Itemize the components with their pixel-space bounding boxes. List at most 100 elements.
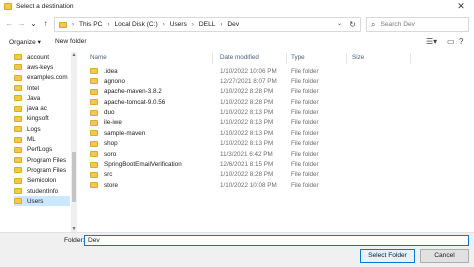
file-name: ile-iwe xyxy=(104,119,122,127)
column-header-size[interactable]: Size xyxy=(352,54,364,61)
search-input[interactable]: Search Dev xyxy=(380,21,414,28)
file-row[interactable]: sample-maven 1/10/2022 8:13 PM File folder xyxy=(80,128,472,138)
sidebar-item[interactable]: Logs xyxy=(14,124,70,134)
file-name: src xyxy=(104,171,113,179)
file-row[interactable]: soro 11/3/2021 6:42 PM File folder xyxy=(80,149,472,159)
sidebar-item[interactable]: Intel xyxy=(14,83,70,93)
recent-locations-chevron-icon[interactable]: ⌄ xyxy=(28,18,39,30)
file-name: .idea xyxy=(104,67,118,75)
folder-icon xyxy=(90,88,98,95)
layout-pane-icon[interactable]: ▭ xyxy=(447,37,455,46)
up-arrow-icon[interactable]: ↑ xyxy=(40,18,51,30)
help-icon[interactable]: ? xyxy=(459,37,463,46)
view-options-icon[interactable]: ☰▾ xyxy=(426,37,437,46)
new-folder-button[interactable]: New folder xyxy=(55,38,87,45)
breadcrumb-item[interactable]: DELL xyxy=(199,21,216,28)
column-divider[interactable] xyxy=(212,53,213,64)
column-header-date[interactable]: Date modified xyxy=(220,54,259,61)
file-row[interactable]: apache-tomcat-9.0.56 1/10/2022 8:28 PM Fil… xyxy=(80,97,472,107)
sidebar-item-label: Intel xyxy=(27,84,39,92)
file-name: SpringBootEmailVerification xyxy=(104,161,182,169)
sidebar-item[interactable]: Program Files xyxy=(14,155,70,165)
folder-icon xyxy=(14,198,22,205)
file-row[interactable]: store 1/10/2022 10:08 PM File folder xyxy=(80,180,472,190)
column-divider[interactable] xyxy=(286,53,287,64)
cancel-button[interactable]: Cancel xyxy=(420,249,469,263)
folder-name-input[interactable] xyxy=(84,235,469,246)
file-row[interactable]: src 1/10/2022 8:28 PM File folder xyxy=(80,170,472,180)
breadcrumb-separator[interactable]: › xyxy=(107,22,109,28)
scrollbar-thumb[interactable] xyxy=(72,152,76,202)
sidebar-item[interactable]: Java xyxy=(14,93,70,103)
folder-icon xyxy=(14,157,22,164)
file-type: File folder xyxy=(291,150,319,158)
back-arrow-icon[interactable]: ← xyxy=(4,18,15,30)
breadcrumb-item[interactable]: Dev xyxy=(227,21,239,28)
breadcrumb-item[interactable]: Users xyxy=(170,21,187,28)
column-divider[interactable] xyxy=(410,53,411,64)
sidebar-item[interactable]: studentInfo xyxy=(14,186,70,196)
folder-icon xyxy=(90,182,98,189)
file-date-modified: 12/27/2021 8:07 PM xyxy=(220,77,277,85)
file-name: duo xyxy=(104,109,115,117)
file-row[interactable]: shop 1/10/2022 8:13 PM File folder xyxy=(80,139,472,149)
sidebar-item[interactable]: ML xyxy=(14,134,70,144)
breadcrumb-item[interactable]: Local Disk (C:) xyxy=(114,21,157,28)
folder-icon xyxy=(14,54,22,61)
file-name: sample-maven xyxy=(104,129,146,137)
file-date-modified: 1/10/2022 8:13 PM xyxy=(220,109,274,117)
folder-icon xyxy=(14,85,22,92)
sidebar-item[interactable]: account xyxy=(14,52,70,62)
search-box[interactable]: ⌕ Search Dev xyxy=(366,17,469,32)
folder-icon xyxy=(14,177,22,184)
folder-icon xyxy=(14,105,22,112)
breadcrumb-separator[interactable]: › xyxy=(163,22,165,28)
folder-label: Folder: xyxy=(64,237,85,244)
file-row[interactable]: duo 1/10/2022 8:13 PM File folder xyxy=(80,108,472,118)
file-row[interactable]: apache-maven-3.8.2 1/10/2022 8:28 PM File … xyxy=(80,87,472,97)
address-dropdown-icon[interactable]: ⌄ xyxy=(337,18,342,31)
sidebar-item-label: Program Files xyxy=(27,156,67,164)
breadcrumb-item[interactable]: This PC xyxy=(79,21,102,28)
forward-arrow-icon[interactable]: → xyxy=(16,18,27,30)
select-folder-button[interactable]: Select Folder xyxy=(360,249,415,263)
folder-icon xyxy=(14,74,22,81)
sidebar-item[interactable]: examples.com xyxy=(14,73,70,83)
sidebar-item[interactable]: Semicolon xyxy=(14,176,70,186)
sidebar-item-label: Users xyxy=(27,197,44,205)
refresh-icon[interactable]: ↻ xyxy=(349,18,356,31)
close-button[interactable]: ✕ xyxy=(454,1,468,12)
column-header-type[interactable]: Type xyxy=(291,54,305,61)
file-type: File folder xyxy=(291,140,319,148)
address-bar[interactable]: › This PC › Local Disk (C:) › Users › DE… xyxy=(54,17,361,32)
sidebar-item[interactable]: PerfLogs xyxy=(14,145,70,155)
sidebar-item[interactable]: kingsoft xyxy=(14,114,70,124)
file-date-modified: 1/10/2022 8:13 PM xyxy=(220,119,274,127)
sidebar-item[interactable]: aws-keys xyxy=(14,62,70,72)
folder-icon xyxy=(90,109,98,116)
file-row[interactable]: SpringBootEmailVerification 12/6/2021 8:1… xyxy=(80,160,472,170)
file-row[interactable]: agnono 12/27/2021 8:07 PM File folder xyxy=(80,76,472,86)
navigation-scrollbar[interactable]: ▲ ▼ xyxy=(71,52,77,232)
breadcrumb-separator[interactable]: › xyxy=(192,22,194,28)
sidebar-item[interactable]: java ac xyxy=(14,103,70,113)
file-name: apache-maven-3.8.2 xyxy=(104,88,162,96)
column-header-name[interactable]: Name xyxy=(90,54,107,61)
file-name: shop xyxy=(104,140,118,148)
sidebar-item-label: java ac xyxy=(27,105,47,113)
breadcrumb-separator[interactable]: › xyxy=(220,22,222,28)
file-row[interactable]: .idea 1/10/2022 10:06 PM File folder xyxy=(80,66,472,76)
sidebar-item-label: ML xyxy=(27,136,36,144)
column-divider[interactable] xyxy=(346,53,347,64)
file-row[interactable]: ile-iwe 1/10/2022 8:13 PM File folder xyxy=(80,118,472,128)
file-type: File folder xyxy=(291,67,319,75)
organize-button[interactable]: Organize ▾ xyxy=(9,38,41,46)
sidebar-item[interactable]: Users xyxy=(14,196,70,207)
file-date-modified: 11/3/2021 6:42 PM xyxy=(220,150,273,158)
file-type: File folder xyxy=(291,109,319,117)
sidebar-item[interactable]: Program Files xyxy=(14,165,70,175)
folder-icon xyxy=(14,64,22,71)
sidebar-item-label: aws-keys xyxy=(27,63,54,71)
scroll-up-icon[interactable]: ▲ xyxy=(71,52,77,58)
sidebar-item-label: Semicolon xyxy=(27,177,57,185)
